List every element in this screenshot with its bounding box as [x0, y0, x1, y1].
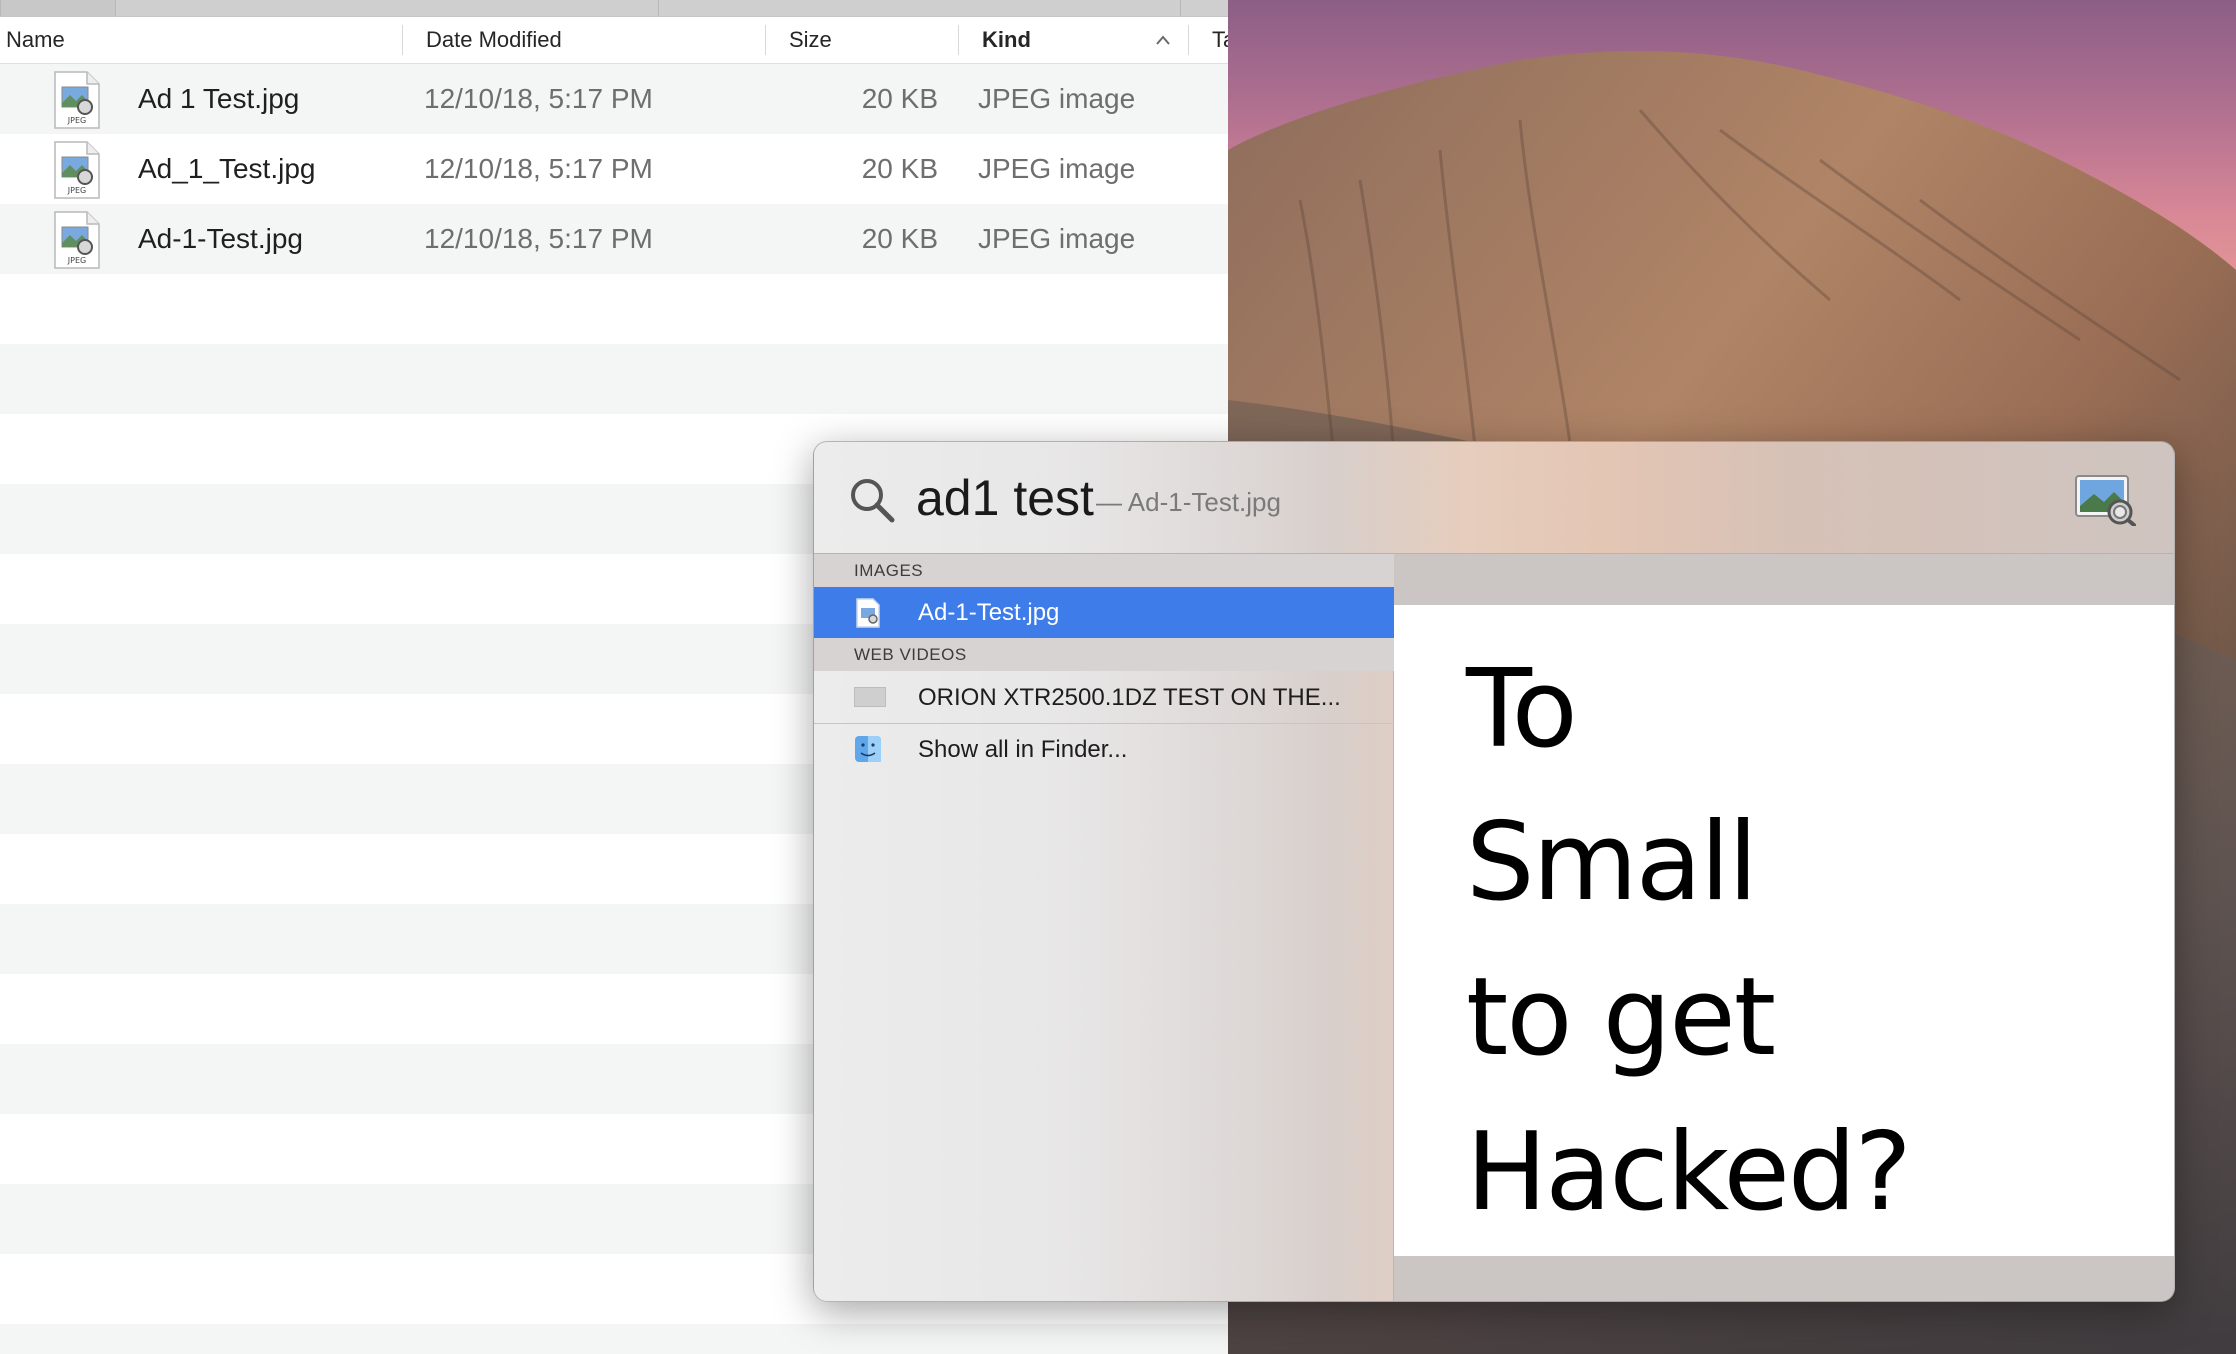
- result-label: ORION XTR2500.1DZ TEST ON THE...: [918, 684, 1341, 711]
- file-name: Ad-1-Test.jpg: [138, 223, 303, 254]
- jpeg-file-icon: JPEG: [54, 141, 100, 199]
- finder-tab[interactable]: [0, 0, 115, 16]
- column-header-bar: Name Date Modified Size Kind Ta: [0, 17, 1228, 64]
- file-kind: JPEG image: [978, 153, 1136, 184]
- file-size: 20 KB: [861, 83, 938, 114]
- svg-text:JPEG: JPEG: [67, 116, 86, 125]
- section-label-web-videos: WEB VIDEOS: [814, 638, 1394, 671]
- result-label: Ad-1-Test.jpg: [918, 599, 1060, 626]
- search-completion-hint: — Ad-1-Test.jpg: [1096, 487, 1281, 517]
- result-item-ad-1-test[interactable]: Ad-1-Test.jpg: [814, 587, 1394, 638]
- column-header-name[interactable]: Name: [6, 17, 396, 63]
- preview-text-line: Small: [1466, 800, 1758, 925]
- column-header-kind[interactable]: Kind: [982, 17, 1142, 63]
- file-date-modified: 12/10/18, 5:17 PM: [424, 83, 653, 114]
- column-header-tags[interactable]: Ta: [1212, 17, 1228, 63]
- result-item-orion-video[interactable]: ORION XTR2500.1DZ TEST ON THE...: [814, 671, 1394, 724]
- file-size: 20 KB: [861, 223, 938, 254]
- finder-tab-add[interactable]: [1180, 0, 1228, 16]
- preview-text-line: Hacked?: [1466, 1110, 1912, 1235]
- finder-tab-bar: [0, 0, 1228, 17]
- file-date-modified: 12/10/18, 5:17 PM: [424, 223, 653, 254]
- column-header-date-modified[interactable]: Date Modified: [426, 17, 756, 63]
- column-divider[interactable]: [402, 25, 403, 55]
- sort-ascending-icon[interactable]: [1155, 33, 1171, 47]
- column-divider[interactable]: [765, 25, 766, 55]
- file-row[interactable]: JPEG Ad_1_Test.jpg 12/10/18, 5:17 PM 20 KB J…: [0, 134, 1228, 204]
- finder-tab[interactable]: [115, 0, 658, 16]
- file-name: Ad 1 Test.jpg: [138, 83, 300, 114]
- jpeg-file-icon: JPEG: [54, 211, 100, 269]
- preview-text-line: to get: [1466, 955, 1776, 1080]
- file-row[interactable]: JPEG Ad 1 Test.jpg 12/10/18, 5:17 PM 20 KB J…: [0, 64, 1228, 134]
- column-divider[interactable]: [958, 25, 959, 55]
- spotlight-preview-pane: To Small to get Hacked?: [1394, 554, 2174, 1301]
- file-date-modified: 12/10/18, 5:17 PM: [424, 153, 653, 184]
- file-size: 20 KB: [861, 153, 938, 184]
- spotlight-search-input[interactable]: ad1 test: [916, 464, 1094, 532]
- show-all-in-finder[interactable]: Show all in Finder...: [814, 725, 1394, 775]
- column-header-size[interactable]: Size: [789, 17, 949, 63]
- jpeg-file-icon: JPEG: [54, 71, 100, 129]
- preview-app-icon: [2075, 475, 2136, 526]
- video-thumbnail-icon: [854, 687, 886, 707]
- column-divider[interactable]: [1188, 25, 1189, 55]
- file-kind: JPEG image: [978, 223, 1136, 254]
- spotlight-search-bar: ad1 test — Ad-1-Test.jpg: [814, 442, 2174, 554]
- jpeg-file-icon: [856, 598, 880, 628]
- finder-tab[interactable]: [658, 0, 1180, 16]
- preview-text-line: To: [1466, 647, 1578, 772]
- finder-icon: [855, 736, 881, 762]
- svg-text:JPEG: JPEG: [67, 186, 86, 195]
- file-kind: JPEG image: [978, 83, 1136, 114]
- image-preview: To Small to get Hacked?: [1394, 605, 2174, 1256]
- file-row[interactable]: JPEG Ad-1-Test.jpg 12/10/18, 5:17 PM 20 KB J…: [0, 204, 1228, 274]
- section-label-images: IMAGES: [814, 554, 1394, 587]
- spotlight-panel: ad1 test — Ad-1-Test.jpg IMAGES Ad-1-Tes…: [813, 441, 2175, 1302]
- show-all-label: Show all in Finder...: [918, 736, 1128, 763]
- spotlight-results-list: IMAGES Ad-1-Test.jpg WEB VIDEOS ORION XT…: [814, 554, 1394, 1301]
- file-name: Ad_1_Test.jpg: [138, 153, 316, 184]
- svg-text:JPEG: JPEG: [67, 256, 86, 265]
- search-icon: [851, 479, 895, 523]
